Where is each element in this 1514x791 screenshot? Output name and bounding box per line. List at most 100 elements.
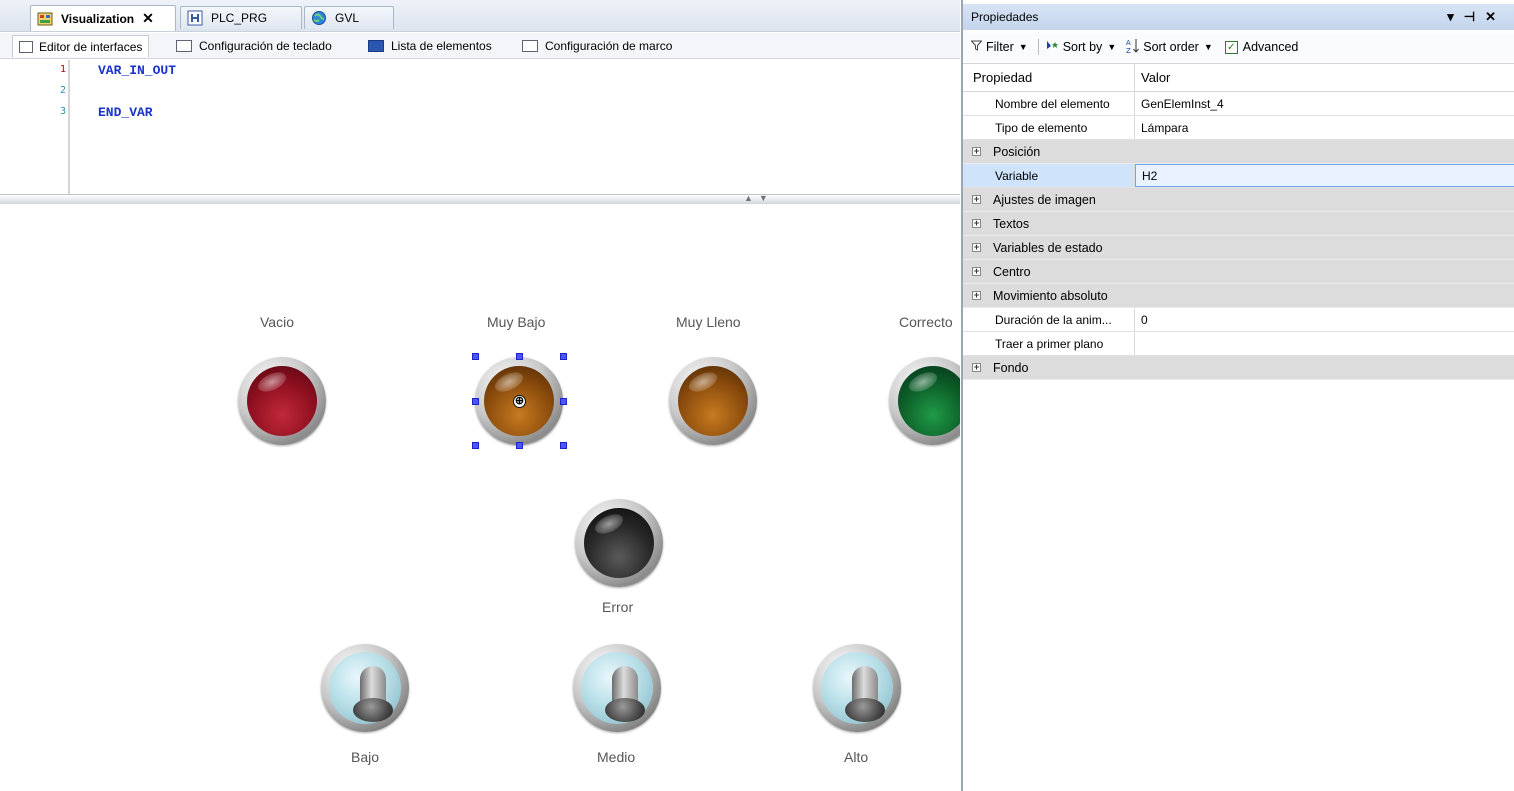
panel-title-bar: Propiedades ▾⊣✕: [963, 4, 1514, 30]
switch-knob: [605, 698, 645, 722]
column-header-property[interactable]: Propiedad: [963, 64, 1135, 91]
sort-order-button[interactable]: AZ Sort order ▼: [1126, 38, 1213, 57]
switch-label: Alto: [844, 749, 869, 765]
splitter-arrows-icon[interactable]: ▲▼: [744, 193, 774, 203]
property-value[interactable]: GenElemInst_4: [1135, 92, 1514, 115]
panel-window-controls: ▾⊣✕: [1447, 9, 1506, 25]
property-name: Nombre del elemento: [963, 92, 1135, 115]
property-row[interactable]: Tipo de elemento Lámpara: [963, 116, 1514, 140]
advanced-toggle[interactable]: ✓ Advanced: [1224, 40, 1298, 54]
lamp-muy-lleno[interactable]: [669, 357, 757, 445]
subtab-frame-config[interactable]: Configuración de marco: [516, 35, 678, 57]
tab-label: PLC_PRG: [211, 11, 268, 25]
panel-title: Propiedades: [971, 10, 1039, 24]
lamp-glass: [584, 508, 654, 578]
code-line[interactable]: END_VAR: [98, 105, 153, 120]
sort-az-icon: AZ: [1126, 38, 1140, 57]
property-value[interactable]: Lámpara: [1135, 116, 1514, 139]
chevron-down-icon: ▼: [1107, 42, 1117, 52]
property-value[interactable]: 0: [1135, 308, 1514, 331]
property-row[interactable]: Duración de la anim... 0: [963, 308, 1514, 332]
property-group-row[interactable]: + Posición: [963, 140, 1514, 164]
lamp-error[interactable]: [575, 499, 663, 587]
globe-icon: [311, 10, 327, 26]
property-row-selected[interactable]: Variable H2: [963, 164, 1514, 188]
code-line[interactable]: VAR_IN_OUT: [98, 63, 176, 78]
property-name: Variable: [963, 164, 1135, 187]
resize-handle[interactable]: [472, 442, 479, 449]
property-value-input[interactable]: H2: [1135, 164, 1514, 187]
sort-order-label: Sort order: [1143, 40, 1199, 54]
tab-label: GVL: [335, 11, 360, 25]
close-icon[interactable]: ✕: [1485, 9, 1506, 24]
subtab-keyboard-config[interactable]: Configuración de teclado: [170, 35, 338, 57]
property-value[interactable]: [1135, 332, 1514, 355]
visualization-canvas[interactable]: Vacio Muy Bajo Muy Lleno Correcto ⊕ Erro…: [0, 205, 960, 791]
property-row[interactable]: Traer a primer plano: [963, 332, 1514, 356]
switch-alto[interactable]: [813, 644, 901, 732]
property-group-row[interactable]: + Textos: [963, 212, 1514, 236]
pin-icon[interactable]: ⊣: [1464, 9, 1485, 24]
editor-splitter[interactable]: ▲▼: [0, 193, 960, 204]
property-name: Tipo de elemento: [963, 116, 1135, 139]
property-group-row[interactable]: + Variables de estado: [963, 236, 1514, 260]
property-grid-header: Propiedad Valor: [963, 63, 1514, 92]
resize-handle[interactable]: [560, 353, 567, 360]
editor-icon: [19, 40, 33, 53]
lamp-vacio[interactable]: [238, 357, 326, 445]
subtab-element-list[interactable]: Lista de elementos: [362, 35, 498, 57]
resize-handle[interactable]: [516, 442, 523, 449]
resize-handle[interactable]: [560, 442, 567, 449]
lamp-label: Error: [602, 599, 634, 615]
checkbox-checked-icon[interactable]: ✓: [1224, 40, 1238, 54]
tab-gvl[interactable]: GVL: [304, 6, 394, 29]
editor-area: Visualization ✕ PLC_PRG GVL Editor de in…: [0, 0, 960, 791]
property-group-name: Centro: [993, 264, 1031, 279]
editor-subtab-bar: Editor de interfaces Configuración de te…: [0, 33, 960, 59]
chevron-down-icon: ▼: [1203, 42, 1213, 52]
lamp-glass: [678, 366, 748, 436]
lamp-label: Vacio: [260, 314, 294, 330]
pin-dropdown-icon[interactable]: ▾: [1447, 9, 1464, 24]
frame-icon: [522, 40, 538, 52]
filter-label: Filter: [986, 40, 1014, 54]
lamp-correcto[interactable]: [889, 357, 960, 445]
close-icon[interactable]: ✕: [142, 10, 154, 27]
sort-by-button[interactable]: Sort by ▼: [1045, 40, 1117, 55]
property-group-row[interactable]: + Ajustes de imagen: [963, 188, 1514, 212]
filter-icon: [970, 40, 983, 54]
property-group-row[interactable]: + Centro: [963, 260, 1514, 284]
property-group-name: Variables de estado: [993, 240, 1103, 255]
tab-plc-prg[interactable]: PLC_PRG: [180, 6, 302, 29]
toolbar-divider: [1037, 39, 1039, 55]
declaration-editor[interactable]: 1 2 3 VAR_IN_OUT END_VAR: [0, 60, 960, 194]
property-group-row[interactable]: + Movimiento absoluto: [963, 284, 1514, 308]
line-number: 3: [59, 106, 66, 117]
subtab-editor-interfaces[interactable]: Editor de interfaces: [12, 35, 150, 57]
filter-button[interactable]: Filter ▼: [970, 40, 1028, 54]
property-grid: Propiedad Valor Nombre del elemento GenE…: [963, 63, 1514, 380]
resize-handle[interactable]: [560, 398, 567, 405]
subtab-label: Editor de interfaces: [39, 39, 143, 54]
resize-handle[interactable]: [516, 353, 523, 360]
tab-visualization[interactable]: Visualization ✕: [30, 5, 176, 31]
switch-label: Bajo: [351, 749, 380, 765]
document-tab-bar: Visualization ✕ PLC_PRG GVL: [0, 0, 960, 32]
lamp-glass: [247, 366, 317, 436]
line-number: 1: [59, 64, 66, 75]
resize-handle[interactable]: [472, 353, 479, 360]
switch-knob: [845, 698, 885, 722]
switch-medio[interactable]: [573, 644, 661, 732]
switch-face: [821, 652, 893, 724]
move-center-icon[interactable]: ⊕: [513, 395, 526, 408]
sort-by-icon: [1045, 40, 1059, 55]
property-group-name: Textos: [993, 216, 1030, 231]
switch-face: [581, 652, 653, 724]
property-group-row[interactable]: + Fondo: [963, 356, 1514, 380]
resize-handle[interactable]: [472, 398, 479, 405]
property-row[interactable]: Nombre del elemento GenElemInst_4: [963, 92, 1514, 116]
program-icon: [187, 10, 203, 26]
switch-bajo[interactable]: [321, 644, 409, 732]
switch-face: [329, 652, 401, 724]
column-header-value[interactable]: Valor: [1135, 64, 1514, 91]
